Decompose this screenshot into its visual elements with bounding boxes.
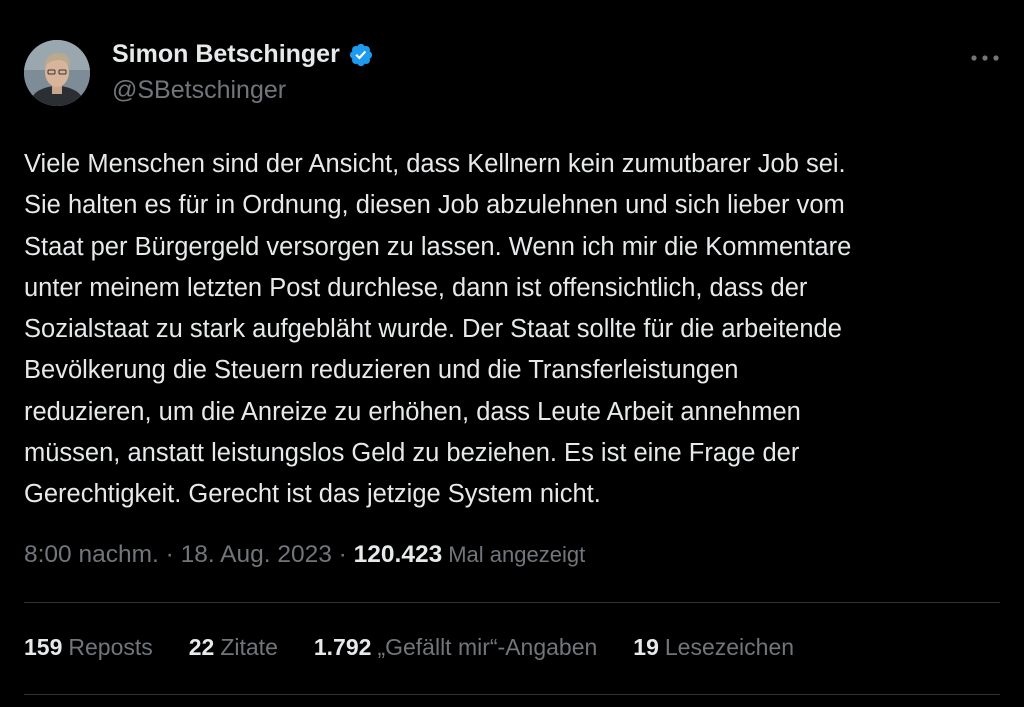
- meta-separator: ·: [331, 541, 354, 568]
- meta-separator: ·: [158, 541, 181, 568]
- tweet-date[interactable]: 18. Aug. 2023: [181, 541, 332, 569]
- stat-count: 19: [633, 634, 659, 660]
- stat-count: 159: [24, 634, 63, 660]
- verified-badge-icon[interactable]: [348, 42, 374, 68]
- more-dots-icon: [971, 55, 999, 61]
- stat-label: Zitate: [220, 634, 278, 660]
- author-name[interactable]: Simon Betschinger: [112, 40, 374, 69]
- tweet-time[interactable]: 8:00 nachm.: [24, 541, 159, 569]
- stat-label: Reposts: [68, 634, 153, 660]
- stat-count: 1.792: [313, 634, 372, 660]
- stat-label: Lesezeichen: [664, 634, 795, 660]
- tweet-text: Viele Menschen sind der Ansicht, dass Ke…: [24, 150, 852, 509]
- more-button[interactable]: [966, 48, 1004, 68]
- stat-bookmarks[interactable]: 19 Lesezeichen: [633, 634, 794, 661]
- views-label: Mal angezeigt: [448, 542, 586, 567]
- stat-count: 22: [188, 634, 215, 660]
- avatar-photo: [24, 40, 90, 106]
- author-handle[interactable]: @SBetschinger: [112, 76, 286, 105]
- stat-reposts[interactable]: 159 Reposts: [24, 634, 153, 661]
- author-name-text: Simon Betschinger: [112, 40, 340, 68]
- divider: [24, 694, 1000, 695]
- tweet-stats: 159 Reposts 22 Zitate 1.792 „Gefällt mir…: [24, 634, 794, 661]
- stat-likes[interactable]: 1.792 „Gefällt mir“-Angaben: [314, 634, 597, 661]
- stat-quotes[interactable]: 22 Zitate: [189, 634, 278, 661]
- views-count: 120.423: [353, 541, 443, 568]
- divider: [24, 602, 1000, 603]
- avatar[interactable]: [24, 40, 90, 106]
- stat-label: „Gefällt mir“-Angaben: [377, 634, 598, 660]
- tweet-meta: 8:00 nachm. · 18. Aug. 2023 · 120.423 Ma…: [24, 541, 585, 569]
